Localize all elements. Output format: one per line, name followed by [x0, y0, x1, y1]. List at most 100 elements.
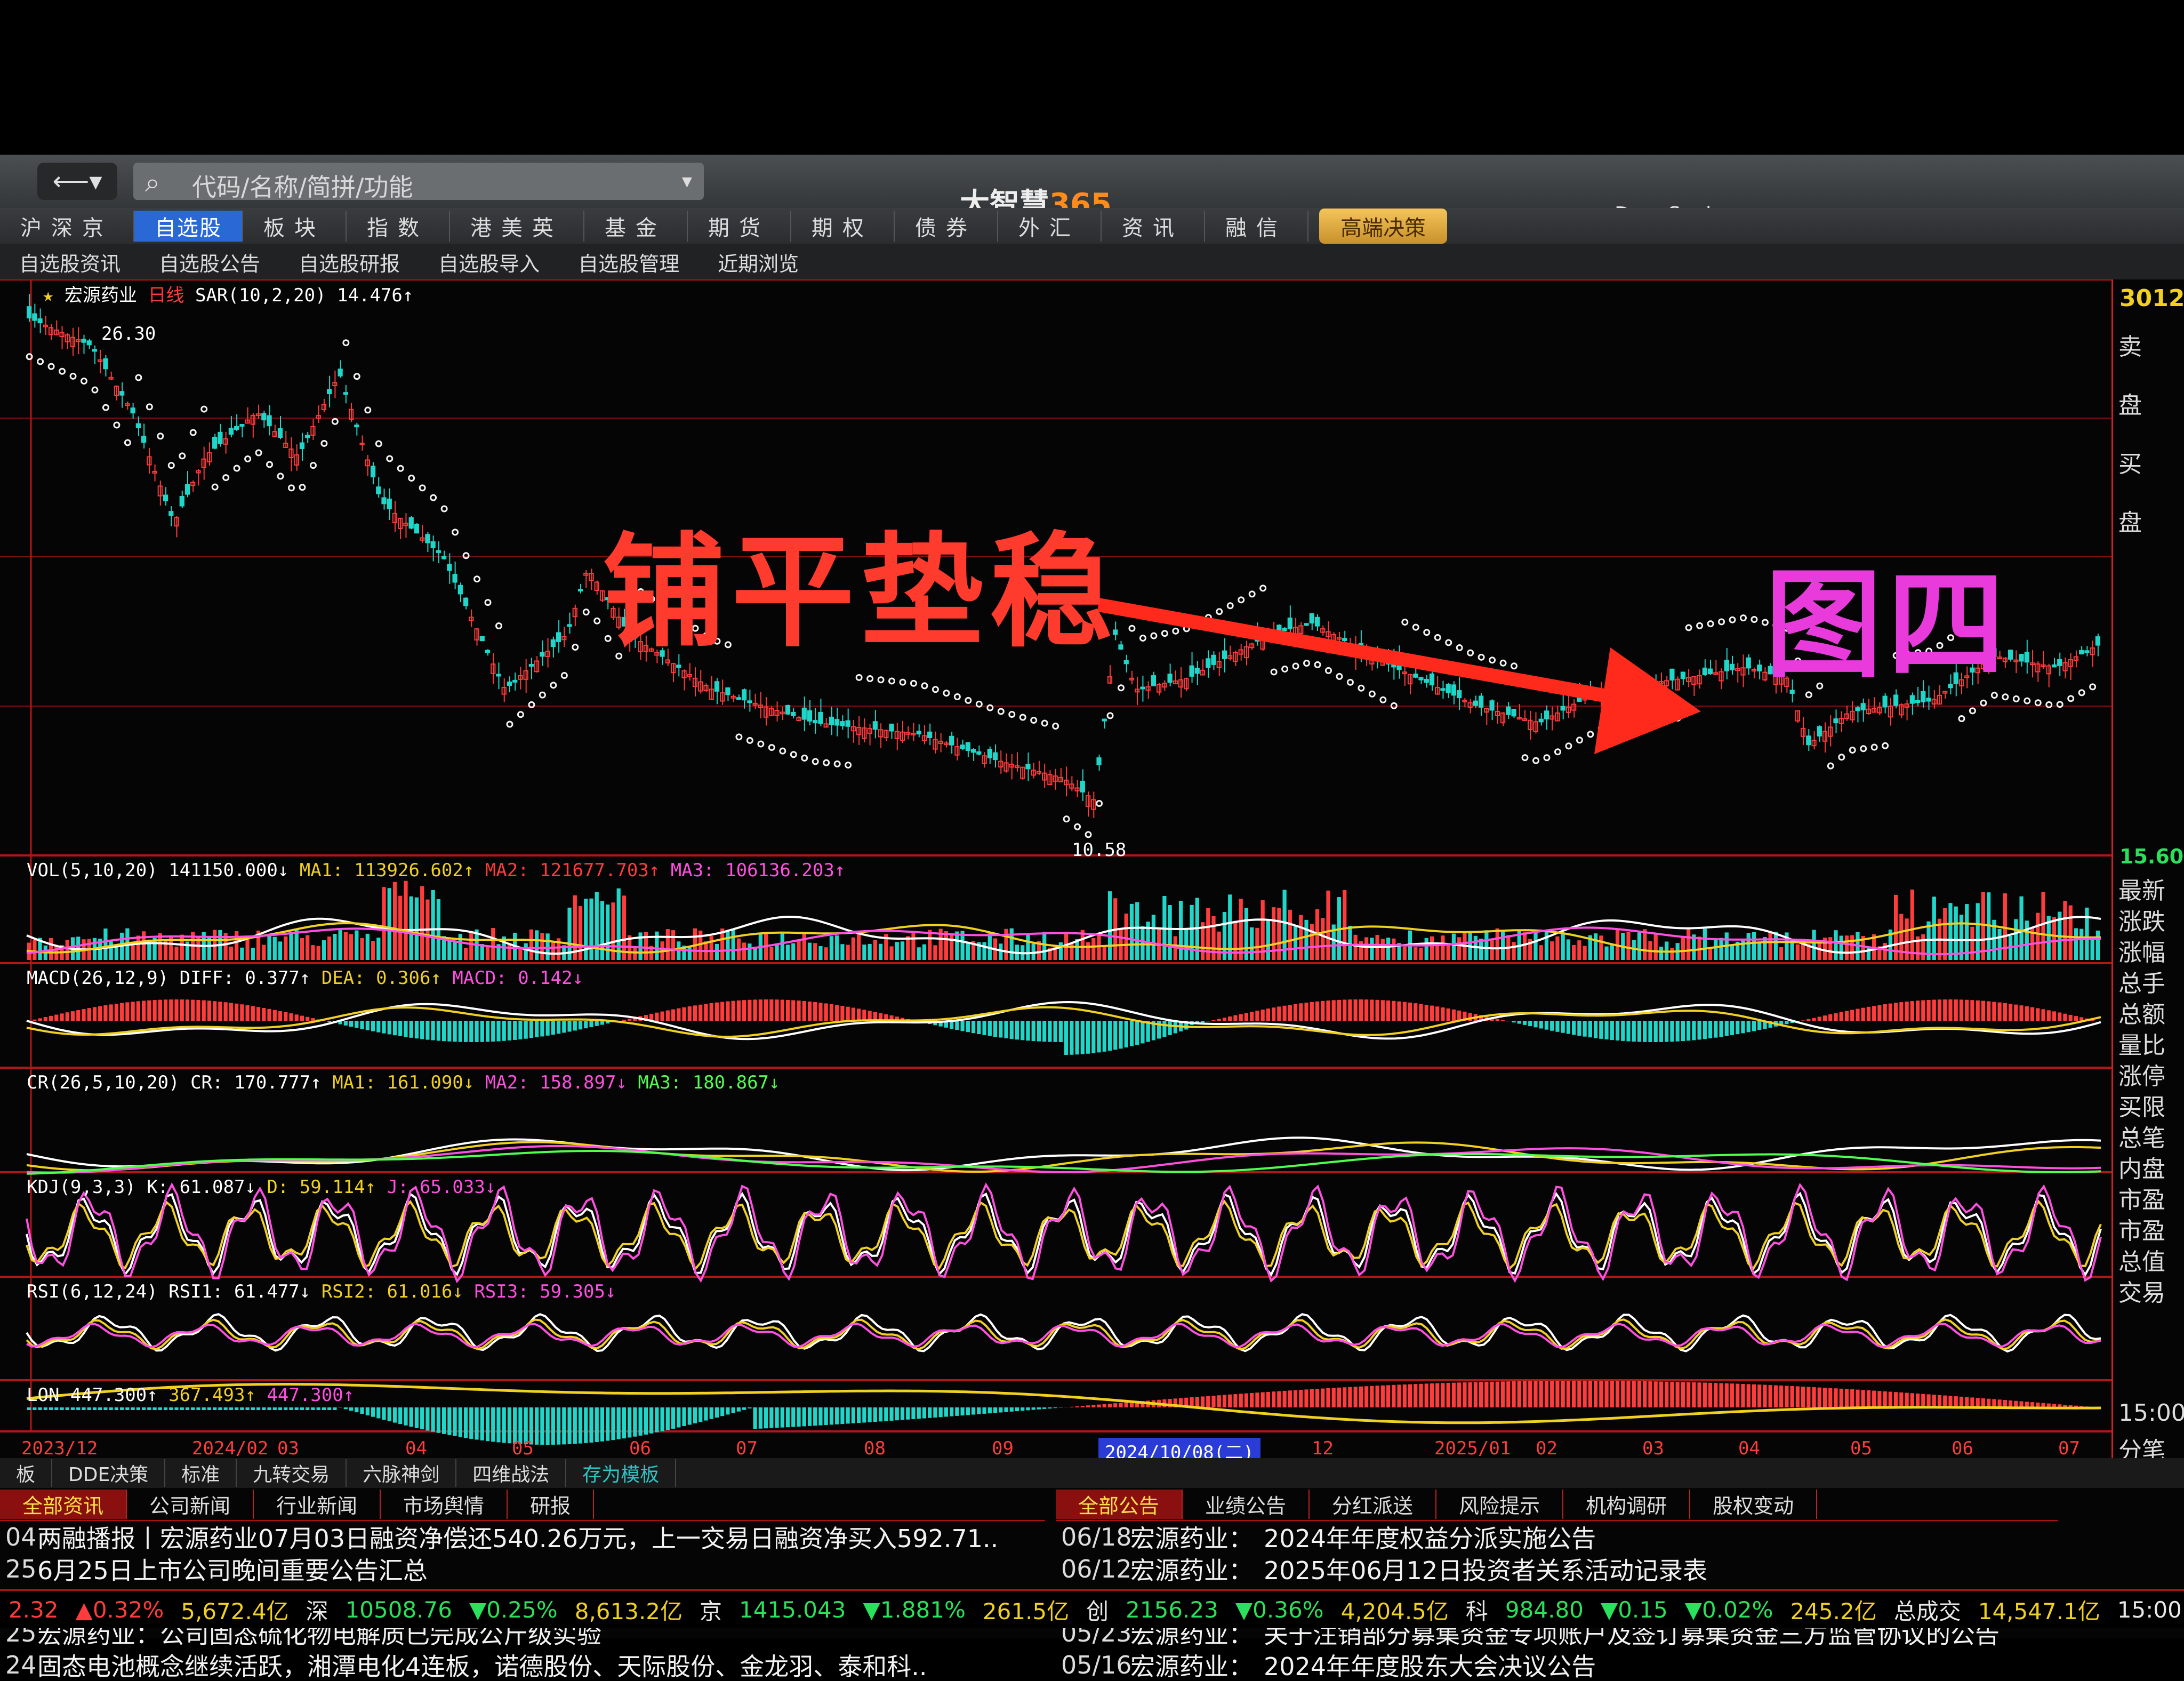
quote-side-panel: 3012 15.60 卖盘买盘最新涨跌涨幅总手总额量比涨停买限总笔内盘市盈市盈总… — [2111, 279, 2184, 1458]
template-tab-1[interactable]: DDE决策 — [52, 1459, 165, 1487]
nav-tab-7[interactable]: 期权 — [791, 211, 895, 242]
side-label: 交易 — [2118, 1274, 2165, 1308]
volume-bar — [1141, 926, 1144, 960]
lon-bar — [327, 1407, 331, 1410]
news-tab-3[interactable]: 市场舆情 — [381, 1490, 508, 1519]
volume-bar — [1757, 942, 1761, 960]
announcement-item[interactable]: 06/18宏源药业：2024年年度权益分派实施公告 — [1056, 1521, 2058, 1553]
premium-decision-button[interactable]: 高端决策 — [1319, 209, 1447, 244]
news-item[interactable]: 24固态电池概念继续活跃，湘潭电化4连板，诺德股份、天际股份、金龙羽、泰和科.. — [0, 1649, 1045, 1681]
macd-bar — [1856, 1009, 1859, 1021]
subnav-item-4[interactable]: 自选股管理 — [559, 247, 698, 277]
macd-bar — [1616, 1021, 1619, 1040]
lon-bar — [748, 1407, 751, 1408]
lon-bar — [306, 1407, 309, 1410]
lon-bar — [344, 1407, 348, 1409]
subnav-item-1[interactable]: 自选股公告 — [140, 247, 279, 277]
lon-bar — [655, 1407, 659, 1432]
volume-bar — [1577, 940, 1581, 960]
lon-bar — [1054, 1407, 1057, 1408]
nav-tab-5[interactable]: 基金 — [584, 211, 688, 242]
macd-bar — [1899, 1002, 1903, 1021]
volume-bar — [1741, 939, 1745, 960]
lon-bar — [496, 1407, 500, 1442]
candle-body — [1430, 674, 1434, 685]
kline-chart-area[interactable]: ★ 宏源药业 日线 SAR(10,2,20) 14.476↑ 26.30 10.… — [0, 279, 2111, 1458]
template-tab-2[interactable]: 标准 — [165, 1459, 237, 1487]
announcement-tab-3[interactable]: 风险提示 — [1436, 1490, 1563, 1519]
lon-bar — [988, 1407, 992, 1413]
template-tab-4[interactable]: 六脉神剑 — [347, 1459, 456, 1487]
news-tab-1[interactable]: 公司新闻 — [127, 1490, 254, 1519]
template-tab-5[interactable]: 四维战法 — [456, 1459, 566, 1487]
back-button[interactable]: ⟵▾ — [37, 163, 117, 200]
nav-tab-10[interactable]: 资讯 — [1102, 211, 1205, 242]
announcement-tabs: 全部公告业绩公告分红派送风险提示机构调研股权变动 — [1056, 1488, 2058, 1521]
volume-bar — [732, 928, 735, 960]
template-tab-0[interactable]: 板 — [0, 1459, 52, 1487]
subnav-item-0[interactable]: 自选股资讯 — [0, 247, 140, 277]
macd-bar — [1905, 1002, 1908, 1021]
macd-bar — [1354, 999, 1358, 1021]
lon-bar — [1479, 1382, 1483, 1407]
candle-body — [442, 556, 446, 558]
lon-bar — [1643, 1381, 1647, 1407]
side-label: 涨幅 — [2118, 933, 2165, 967]
lon-bar — [453, 1407, 456, 1436]
nav-tab-0[interactable]: 沪深京 — [0, 211, 134, 242]
macd-bar — [1048, 1021, 1051, 1042]
lon-bar — [273, 1407, 277, 1410]
news-item[interactable]: 256月25日上市公司晚间重要公告汇总 — [0, 1553, 1045, 1585]
rsi-2: RSI2: 61.016↓ — [322, 1281, 463, 1302]
news-tab-2[interactable]: 行业新闻 — [254, 1490, 381, 1519]
volume-bar — [2025, 920, 2029, 960]
lon-bar — [388, 1407, 391, 1421]
announcement-item[interactable]: 05/16宏源药业：2024年年度股东大会决议公告 — [1056, 1649, 2058, 1681]
candle-body — [966, 743, 970, 750]
announcement-tab-4[interactable]: 机构调研 — [1563, 1490, 1690, 1519]
announcement-tab-0[interactable]: 全部公告 — [1056, 1490, 1183, 1519]
rsi-legend: RSI(6,12,24) RSI1: 61.477↓ RSI2: 61.016↓… — [27, 1281, 616, 1302]
subnav-item-3[interactable]: 自选股导入 — [419, 247, 559, 277]
nav-tab-1[interactable]: 自选股 — [134, 211, 243, 242]
lon-bar — [1081, 1406, 1085, 1407]
nav-tab-6[interactable]: 期货 — [688, 211, 791, 242]
news-title[interactable]: 两融播报丨宏源药业07月03日融资净偿还540.26万元，上一交易日融资净买入5… — [37, 1521, 998, 1553]
subnav-item-2[interactable]: 自选股研报 — [279, 247, 419, 277]
lon-bar — [2014, 1401, 2018, 1407]
search-dropdown-icon[interactable]: ▾ — [682, 169, 692, 193]
news-tab-4[interactable]: 研报 — [508, 1490, 594, 1519]
nav-tab-8[interactable]: 债券 — [895, 211, 998, 242]
template-tab-3[interactable]: 九转交易 — [237, 1459, 347, 1487]
news-title[interactable]: 6月25日上市公司晚间重要公告汇总 — [37, 1553, 428, 1585]
lon-legend: LON 447.300↑ 367.493↑ 447.300↑ — [27, 1384, 354, 1406]
announcement-title[interactable]: 2025年06月12日投资者关系活动记录表 — [1264, 1553, 1707, 1585]
subnav-item-5[interactable]: 近期浏览 — [698, 247, 818, 277]
news-tab-0[interactable]: 全部资讯 — [0, 1490, 127, 1519]
macd-bar — [579, 1021, 582, 1029]
nav-tab-11[interactable]: 融信 — [1205, 211, 1308, 242]
announcement-item[interactable]: 06/12宏源药业：2025年06月12日投资者关系活动记录表 — [1056, 1553, 2058, 1585]
search-box[interactable]: ⌕ 代码/名称/简拼/功能 ▾ — [133, 163, 704, 200]
nav-tab-3[interactable]: 指数 — [347, 211, 450, 242]
announcement-tab-1[interactable]: 业绩公告 — [1183, 1490, 1310, 1519]
template-tab-6[interactable]: 存为模板 — [566, 1459, 676, 1487]
macd-bar — [2014, 1005, 2018, 1021]
news-title[interactable]: 固态电池概念继续活跃，湘潭电化4连板，诺德股份、天际股份、金龙羽、泰和科.. — [37, 1649, 927, 1681]
macd-bar — [2069, 1015, 2073, 1021]
news-item[interactable]: 04两融播报丨宏源药业07月03日融资净偿还540.26万元，上一交易日融资净买… — [0, 1521, 1045, 1553]
announcement-title[interactable]: 2024年年度权益分派实施公告 — [1264, 1521, 1596, 1553]
lon-bar — [797, 1407, 800, 1427]
volume-bar — [1752, 932, 1756, 960]
nav-tab-9[interactable]: 外汇 — [998, 211, 1102, 242]
vol-ma3: MA3: 106136.203↑ — [671, 860, 846, 881]
announcement-tab-2[interactable]: 分红派送 — [1310, 1490, 1436, 1519]
nav-tab-4[interactable]: 港美英 — [450, 211, 584, 242]
volume-bar — [840, 944, 844, 960]
announcement-title[interactable]: 2024年年度股东大会决议公告 — [1264, 1649, 1596, 1681]
nav-tab-2[interactable]: 板块 — [243, 211, 347, 242]
announcement-tab-5[interactable]: 股权变动 — [1690, 1490, 1817, 1519]
lon-bar — [1594, 1381, 1597, 1407]
search-input[interactable]: 代码/名称/简拼/功能 — [192, 168, 413, 203]
volume-bar — [459, 934, 462, 960]
